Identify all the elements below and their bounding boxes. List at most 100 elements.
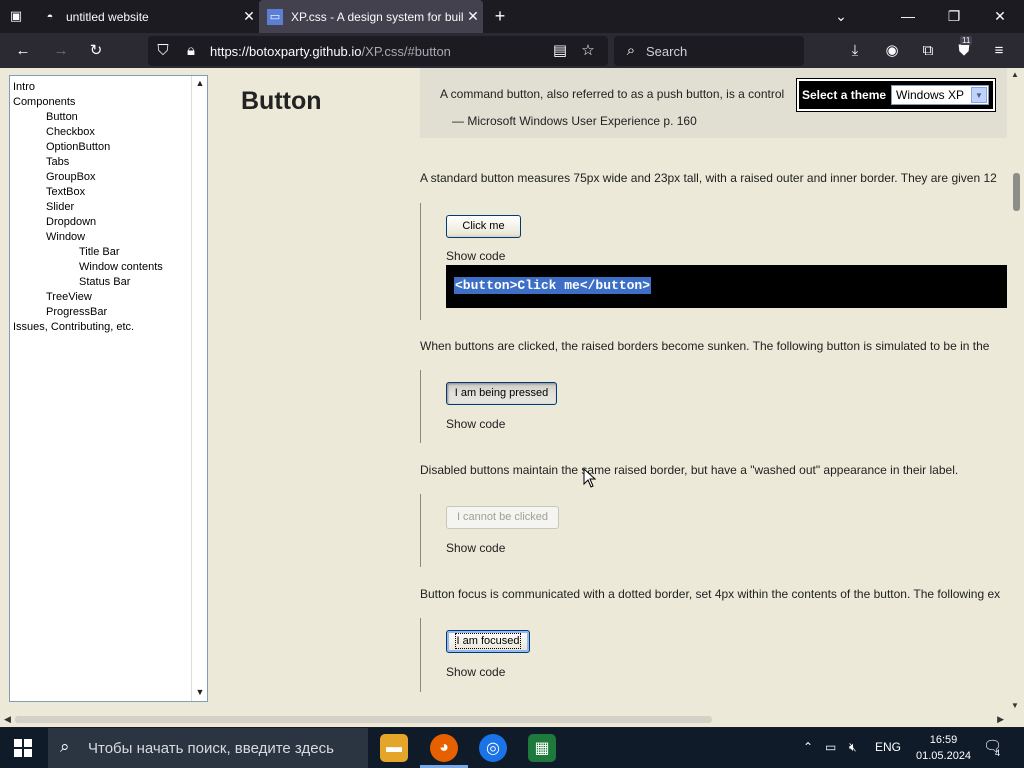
chrome-icon[interactable]: ◎: [479, 734, 507, 762]
sidebar-item[interactable]: Window contents: [13, 260, 163, 275]
tab-list-icon[interactable]: ▣: [8, 8, 24, 24]
clock-time: 16:59: [929, 734, 958, 746]
language-indicator[interactable]: ENG: [875, 740, 901, 754]
sidebar-item[interactable]: TreeView: [13, 290, 163, 305]
search-icon: ⌕: [60, 737, 70, 756]
show-code-toggle[interactable]: Show code: [446, 249, 505, 263]
bookmark-star-icon[interactable]: ☆: [577, 40, 599, 62]
taskbar-search-placeholder: Чтобы начать поиск, введите здесь: [88, 739, 334, 757]
sidebar-item[interactable]: Status Bar: [13, 275, 163, 290]
tab-title: XP.css - A design system for buil: [291, 9, 463, 24]
pressed-button[interactable]: I am being pressed: [446, 382, 557, 405]
sidebar-item[interactable]: OptionButton: [13, 140, 163, 155]
reader-view-icon[interactable]: ▤: [549, 40, 571, 62]
disabled-button: I cannot be clicked: [446, 506, 559, 529]
sidebar-item[interactable]: Slider: [13, 200, 163, 215]
demo-disabled: I cannot be clicked Show code: [420, 494, 1010, 567]
paragraph-standard: A standard button measures 75px wide and…: [420, 171, 997, 185]
account-icon[interactable]: ◉: [881, 40, 903, 62]
network-icon[interactable]: ▭: [825, 740, 836, 754]
scroll-down-icon[interactable]: ▼: [1011, 701, 1019, 710]
sidebar-item[interactable]: Title Bar: [13, 245, 163, 260]
minimize-icon[interactable]: —: [898, 6, 918, 26]
tree-view: Intro Components Button Checkbox OptionButto…: [13, 80, 163, 335]
tray-overflow-icon[interactable]: ⌃: [803, 740, 813, 754]
file-explorer-icon[interactable]: ▬: [380, 734, 408, 762]
volume-muted-icon[interactable]: 🔇︎: [849, 740, 857, 755]
code-block: <button>Click me</button>: [446, 265, 1011, 308]
page-horizontal-scrollbar[interactable]: ◀ ▶: [0, 712, 1024, 727]
forward-icon[interactable]: →: [50, 40, 72, 62]
taskbar-search[interactable]: ⌕ Чтобы начать поиск, введите здесь: [48, 728, 368, 768]
spreadsheet-app-icon[interactable]: ▦: [528, 734, 556, 762]
theme-label: Select a theme: [802, 88, 887, 102]
chevron-down-icon[interactable]: ⌄: [831, 6, 851, 26]
paragraph-pressed: When buttons are clicked, the raised bor…: [420, 339, 990, 353]
restore-icon[interactable]: ❐: [944, 6, 964, 26]
show-code-toggle[interactable]: Show code: [446, 541, 505, 555]
close-tab-icon[interactable]: ✕: [463, 8, 483, 25]
page-vertical-scrollbar[interactable]: ▲ ▼: [1007, 68, 1024, 712]
url-text[interactable]: https://botoxparty.github.io/XP.css/#but…: [210, 44, 451, 59]
theme-selector: Select a theme Windows XP ▼: [796, 78, 996, 112]
sidebar-item[interactable]: GroupBox: [13, 170, 163, 185]
lock-icon[interactable]: 🔒︎: [180, 40, 202, 62]
quote-text: A command button, also referred to as a …: [440, 87, 785, 101]
sidebar-item[interactable]: ProgressBar: [13, 305, 163, 320]
clock[interactable]: 16:59 01.05.2024: [916, 732, 971, 764]
extensions-icon[interactable]: ⧉: [917, 40, 939, 62]
scroll-up-icon[interactable]: ▲: [1011, 70, 1019, 79]
search-placeholder: Search: [646, 44, 688, 59]
sidebar-item[interactable]: Issues, Contributing, etc.: [13, 320, 163, 335]
demo-focus: I am focused Show code: [420, 618, 1010, 692]
search-box[interactable]: ⌕ Search: [614, 36, 804, 66]
close-window-icon[interactable]: ✕: [990, 6, 1010, 26]
sidebar-item[interactable]: Button: [13, 110, 163, 125]
close-tab-icon[interactable]: ✕: [239, 8, 259, 25]
sidebar-item[interactable]: Tabs: [13, 155, 163, 170]
windows-start-icon[interactable]: [14, 739, 32, 757]
tab-xpcss[interactable]: ▭ XP.css - A design system for buil ✕: [259, 0, 483, 33]
downloads-icon[interactable]: ⤓: [844, 40, 866, 62]
paragraph-focus: Button focus is communicated with a dott…: [420, 587, 1001, 601]
theme-dropdown[interactable]: Windows XP ▼: [891, 85, 989, 105]
demo-standard: Click me Show code <button>Click me</but…: [420, 203, 1011, 320]
scroll-right-icon[interactable]: ▶: [997, 714, 1004, 725]
tab-untitled-website[interactable]: ◓ untitled website ✕: [34, 0, 259, 33]
extension-badge: 11: [960, 36, 973, 45]
quote-source: — Microsoft Windows User Experience p. 1…: [452, 114, 697, 128]
tab-title: untitled website: [66, 9, 149, 24]
chevron-down-icon[interactable]: ▼: [971, 87, 987, 103]
page-title: Button: [241, 87, 322, 115]
sidebar-item[interactable]: Components: [13, 95, 163, 110]
sidebar-item[interactable]: Dropdown: [13, 215, 163, 230]
page-content: Intro Components Button Checkbox OptionButto…: [0, 68, 1024, 712]
nav-bar: ← → ↻ ⛉ 🔒︎ https://botoxparty.github.io/…: [0, 33, 1024, 68]
scroll-up-icon[interactable]: ▲: [194, 78, 206, 90]
shield-icon[interactable]: ⛉: [152, 40, 174, 62]
mouse-cursor-icon: [583, 468, 597, 488]
sidebar-item[interactable]: TextBox: [13, 185, 163, 200]
click-me-button[interactable]: Click me: [446, 215, 521, 238]
scroll-thumb[interactable]: [1013, 173, 1020, 211]
sidebar-item[interactable]: Checkbox: [13, 125, 163, 140]
sidebar-item[interactable]: Intro: [13, 80, 163, 95]
scroll-left-icon[interactable]: ◀: [4, 714, 11, 725]
back-icon[interactable]: ←: [12, 40, 34, 62]
scroll-down-icon[interactable]: ▼: [194, 687, 206, 699]
menu-icon[interactable]: ≡: [988, 40, 1010, 62]
focused-button[interactable]: I am focused: [446, 630, 530, 653]
show-code-toggle[interactable]: Show code: [446, 417, 505, 431]
code-sample: <button>Click me</button>: [454, 277, 652, 294]
sidebar-scrollbar[interactable]: ▲ ▼: [191, 76, 207, 701]
new-tab-icon[interactable]: +: [490, 6, 510, 26]
scroll-thumb[interactable]: [15, 716, 712, 723]
paragraph-disabled: Disabled buttons maintain the same raise…: [420, 463, 959, 477]
tab-bar: ▣ ◓ untitled website ✕ ▭ XP.css - A desi…: [0, 0, 1024, 33]
reload-icon[interactable]: ↻: [85, 40, 107, 62]
browser-chrome: ▣ ◓ untitled website ✕ ▭ XP.css - A desi…: [0, 0, 1024, 68]
sidebar-item[interactable]: Window: [13, 230, 163, 245]
show-code-toggle[interactable]: Show code: [446, 665, 505, 679]
firefox-icon[interactable]: ◕: [430, 734, 458, 762]
url-bar[interactable]: ⛉ 🔒︎ https://botoxparty.github.io/XP.css…: [148, 36, 608, 66]
